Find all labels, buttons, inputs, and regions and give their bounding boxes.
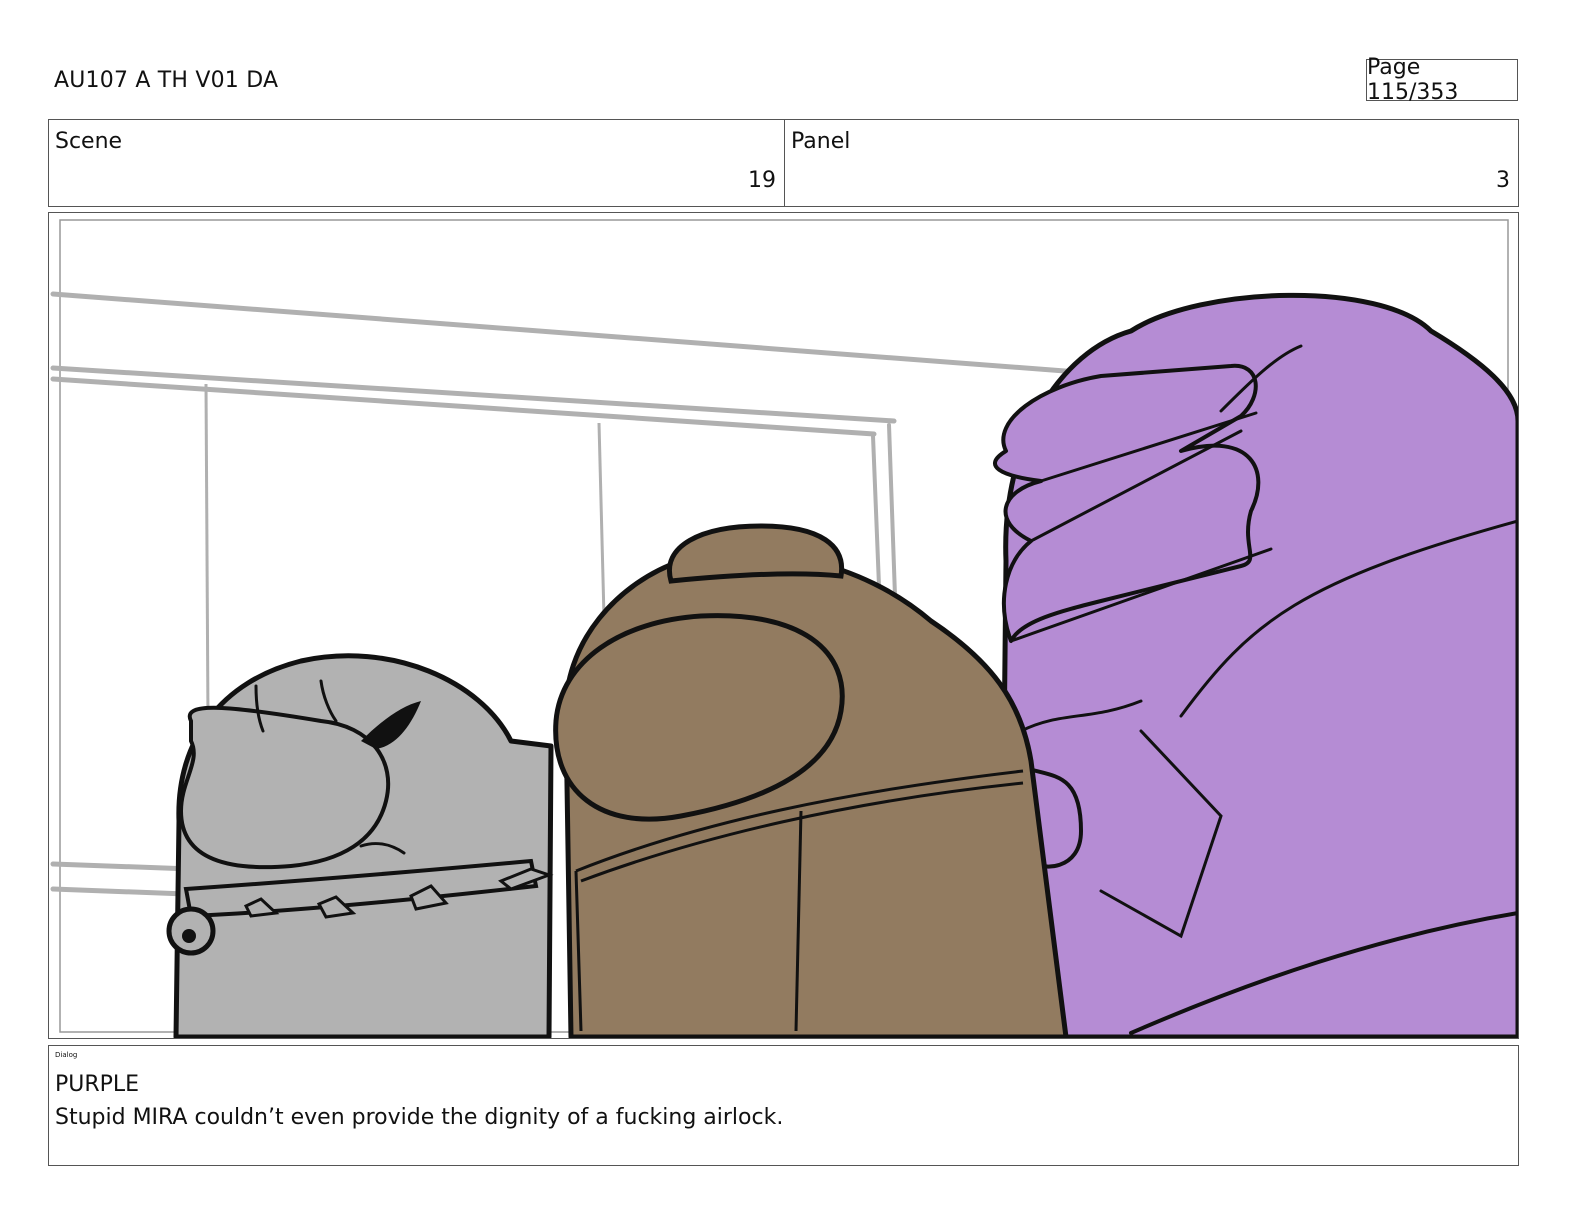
purple-crewmate — [993, 292, 1518, 1038]
dialog-tag: Dialog — [55, 1051, 78, 1059]
panel-number: 3 — [1496, 168, 1510, 193]
dialog-box: Dialog PURPLE Stupid MIRA couldn’t even … — [48, 1045, 1519, 1166]
scene-number: 19 — [748, 168, 776, 193]
scene-label: Scene — [55, 129, 123, 154]
page-number-box: Page 115/353 — [1366, 55, 1518, 105]
brown-crewmate — [553, 523, 1069, 1038]
gray-hand — [178, 705, 391, 870]
panel-label: Panel — [791, 129, 851, 154]
header-title: AU107 A TH V01 DA — [54, 68, 279, 93]
dialog-line: Stupid MIRA couldn’t even provide the di… — [55, 1105, 784, 1130]
scene-panel-table: Scene 19 Panel 3 — [48, 119, 1519, 207]
gray-crewmate — [166, 653, 554, 1038]
scene-cell: Scene 19 — [49, 120, 785, 206]
storyboard-frame — [48, 212, 1519, 1039]
panel-cell: Panel 3 — [785, 120, 1518, 206]
dialog-character: PURPLE — [55, 1072, 140, 1097]
storyboard-artwork — [50, 219, 1518, 1038]
brown-backpack — [667, 523, 845, 584]
